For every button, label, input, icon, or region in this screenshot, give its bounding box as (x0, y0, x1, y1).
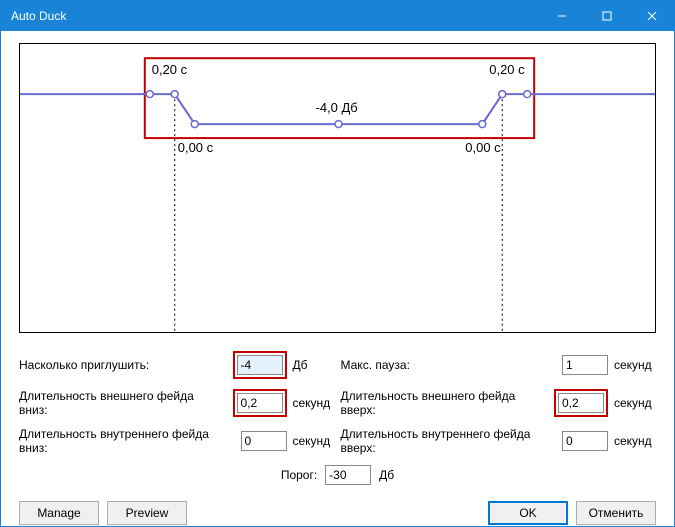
field-outer-fade-up: Длительность внешнего фейда вверх: секун… (341, 389, 657, 417)
unit-outer-fade-up: секунд (614, 396, 656, 410)
field-outer-fade-down: Длительность внешнего фейда вниз: секунд (19, 389, 335, 417)
label-outer-fade-up: Длительность внешнего фейда вверх: (341, 389, 543, 417)
input-max-pause[interactable] (562, 355, 608, 375)
field-inner-fade-down: Длительность внутреннего фейда вниз: сек… (19, 427, 335, 455)
preview-button[interactable]: Preview (107, 501, 187, 525)
label-max-pause: Макс. пауза: (341, 358, 410, 372)
input-outer-fade-up[interactable] (558, 393, 604, 413)
handle-inner-up-start[interactable] (479, 121, 486, 128)
maximize-button[interactable] (584, 1, 629, 31)
input-outer-fade-down[interactable] (237, 393, 283, 413)
minimize-button[interactable] (539, 1, 584, 31)
envelope-graph: 0,20 с 0,20 с -4,0 Дб 0,00 с 0,00 с (20, 44, 655, 332)
dialog-window: Auto Duck (0, 0, 675, 527)
label-outer-down: 0,20 с (152, 62, 188, 77)
label-outer-up: 0,20 с (489, 62, 525, 77)
window-controls (539, 1, 674, 31)
handle-duck-mid[interactable] (335, 121, 342, 128)
input-duck-amount[interactable] (237, 355, 283, 375)
minimize-icon (557, 11, 567, 21)
label-inner-fade-up: Длительность внутреннего фейда вверх: (341, 427, 551, 455)
field-duck-amount: Насколько приглушить: Дб (19, 351, 335, 379)
close-icon (647, 11, 657, 21)
handle-inner-down-end[interactable] (191, 121, 198, 128)
titlebar[interactable]: Auto Duck (1, 1, 674, 31)
input-inner-fade-down[interactable] (241, 431, 287, 451)
handle-outer-up-end[interactable] (524, 91, 531, 98)
field-max-pause: Макс. пауза: секунд (341, 351, 657, 379)
highlight-outer-fade-up (554, 389, 608, 417)
field-threshold: Порог: Дб (19, 465, 656, 485)
unit-outer-fade-down: секунд (293, 396, 335, 410)
field-inner-fade-up: Длительность внутреннего фейда вверх: се… (341, 427, 657, 455)
input-threshold[interactable] (325, 465, 371, 485)
handle-outer-down-start[interactable] (146, 91, 153, 98)
label-threshold: Порог: (281, 468, 317, 482)
input-inner-fade-up[interactable] (562, 431, 608, 451)
cancel-button[interactable]: Отменить (576, 501, 656, 525)
unit-max-pause: секунд (614, 358, 656, 372)
unit-duck-amount: Дб (293, 358, 335, 372)
close-button[interactable] (629, 1, 674, 31)
handle-inner-down-start[interactable] (171, 91, 178, 98)
ok-button[interactable]: OK (488, 501, 568, 525)
window-title: Auto Duck (11, 9, 539, 23)
unit-inner-fade-up: секунд (614, 434, 656, 448)
unit-threshold: Дб (379, 468, 394, 482)
handle-inner-up-end[interactable] (499, 91, 506, 98)
client-area: 0,20 с 0,20 с -4,0 Дб 0,00 с 0,00 с Наск… (1, 31, 674, 526)
label-duck-db: -4,0 Дб (316, 100, 358, 115)
label-duck-amount: Насколько приглушить: (19, 358, 149, 372)
maximize-icon (602, 11, 612, 21)
label-inner-fade-down: Длительность внутреннего фейда вниз: (19, 427, 229, 455)
unit-inner-fade-down: секунд (293, 434, 335, 448)
highlight-outer-fade-down (233, 389, 287, 417)
label-outer-fade-down: Длительность внешнего фейда вниз: (19, 389, 221, 417)
highlight-duck-amount (233, 351, 287, 379)
label-inner-up: 0,00 с (465, 140, 501, 155)
label-inner-down: 0,00 с (178, 140, 214, 155)
graph-panel[interactable]: 0,20 с 0,20 с -4,0 Дб 0,00 с 0,00 с (19, 43, 656, 333)
form-area: Насколько приглушить: Дб Макс. пауза: се… (19, 351, 656, 455)
button-bar: Manage Preview OK Отменить (19, 501, 656, 525)
manage-button[interactable]: Manage (19, 501, 99, 525)
